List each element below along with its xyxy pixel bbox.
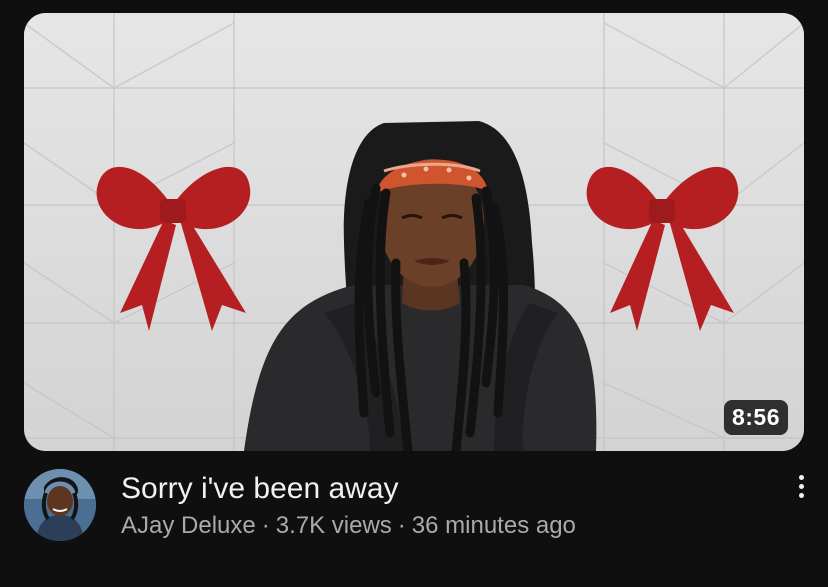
video-card: 8:56 Sorry i've been away AJay Deluxe · 3.… [0,0,828,587]
separator: · [261,512,270,539]
upload-age: 36 minutes ago [411,512,576,539]
separator: · [397,512,406,539]
dot [798,475,804,480]
thumbnail-image [24,13,804,451]
avatar-image [24,469,96,541]
duration-badge: 8:56 [723,400,788,435]
view-count: 3.7K views [275,512,392,539]
video-title[interactable]: Sorry i've been away [121,471,741,507]
video-thumbnail[interactable]: 8:56 [24,13,804,451]
channel-name[interactable]: AJay Deluxe [121,512,256,539]
dot [798,493,804,498]
more-vert-icon[interactable] [788,472,814,506]
channel-avatar[interactable] [24,469,96,541]
video-subline: AJay Deluxe · 3.7K views · 36 minutes ago [121,511,576,541]
dot [798,484,804,489]
video-meta: Sorry i've been away AJay Deluxe · 3.7K vi… [0,466,828,556]
